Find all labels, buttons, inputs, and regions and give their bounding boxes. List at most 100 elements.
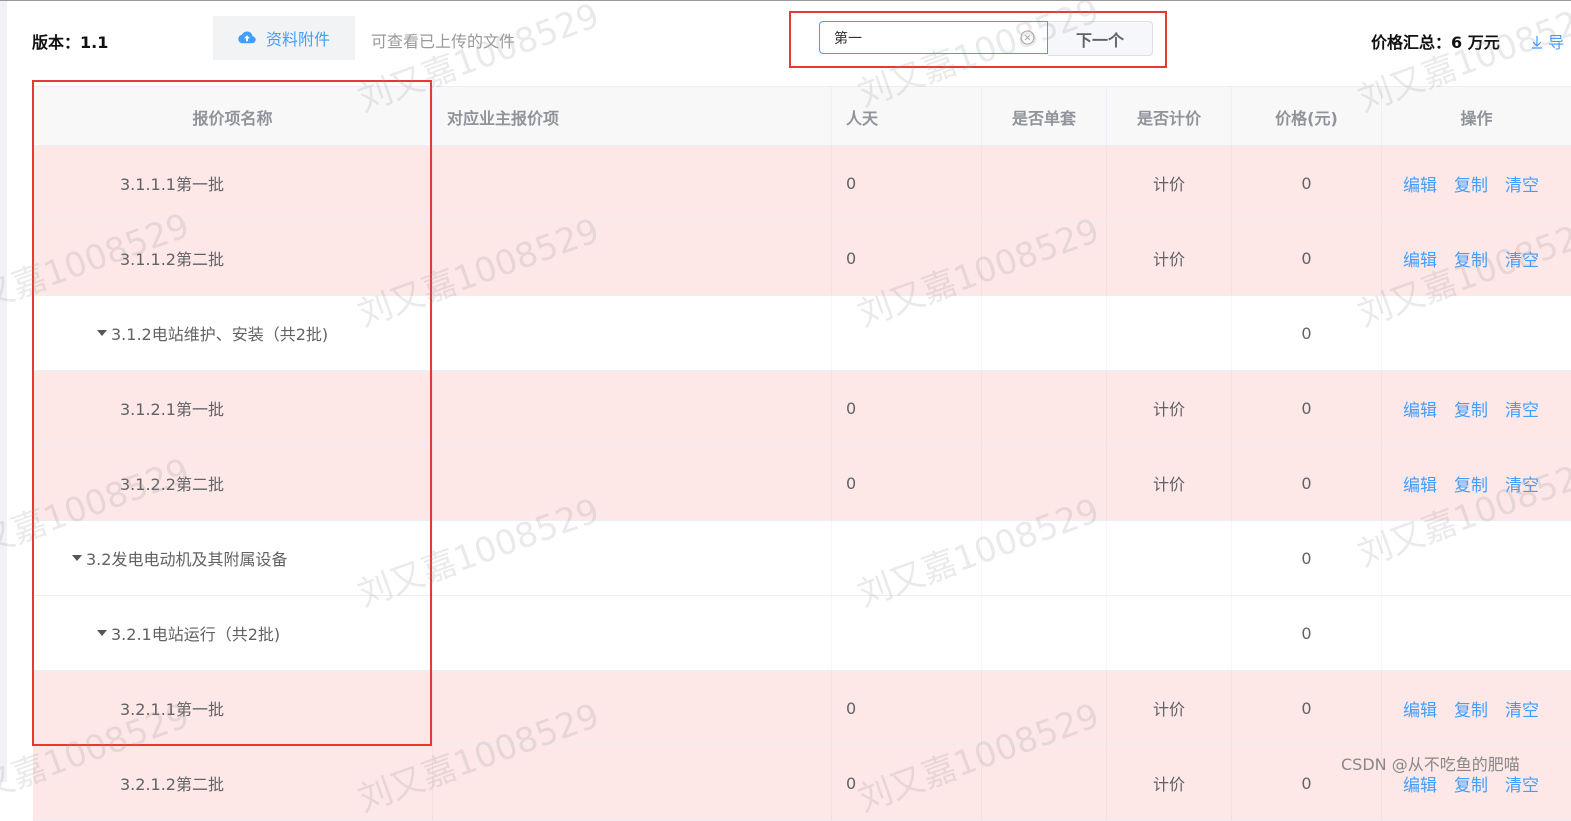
clear-link[interactable]: 清空 [1505, 396, 1539, 421]
man-days-cell: 0 [832, 221, 982, 295]
version-value: 1.1 [80, 33, 109, 52]
clear-link[interactable]: 清空 [1505, 171, 1539, 196]
price-cell: 0 [1232, 221, 1382, 295]
price-cell: 0 [1232, 371, 1382, 445]
edit-link[interactable]: 编辑 [1403, 396, 1437, 421]
operations-cell: 编辑 复制 清空 [1382, 371, 1571, 445]
owner-item-cell [433, 296, 832, 370]
header-priced[interactable]: 是否计价 [1107, 87, 1232, 147]
item-name: 3.2.1.2第二批 [120, 775, 224, 794]
price-cell-text: 0 [1301, 323, 1312, 343]
header-owner-item[interactable]: 对应业主报价项 [433, 87, 832, 147]
man-days-cell: 0 [832, 446, 982, 520]
priced-cell-text: 计价 [1152, 700, 1185, 719]
header-operations: 操作 [1460, 109, 1493, 128]
owner-item-cell [433, 221, 832, 295]
owner-item-cell [433, 596, 832, 670]
price-cell-text: 0 [1301, 773, 1312, 793]
price-cell: 0 [1232, 596, 1382, 670]
price-cell: 0 [1232, 296, 1382, 370]
copy-link[interactable]: 复制 [1454, 171, 1488, 196]
version-label: 版本： [32, 33, 81, 52]
copy-link[interactable]: 复制 [1454, 396, 1488, 421]
header-single-set[interactable]: 是否单套 [982, 87, 1107, 147]
man-days-cell [832, 296, 982, 370]
price-cell: 0 [1232, 671, 1382, 745]
download-arrow-icon [1531, 33, 1548, 52]
clear-link[interactable]: 清空 [1505, 696, 1539, 721]
owner-item-cell [433, 746, 832, 820]
price-cell-text: 0 [1301, 623, 1312, 643]
header-man-days[interactable]: 人天 [832, 87, 982, 147]
priced-cell: 计价 [1107, 371, 1232, 445]
priced-cell-text: 计价 [1152, 475, 1185, 494]
edit-link[interactable]: 编辑 [1403, 696, 1437, 721]
operations-cell: 编辑 复制 清空 [1382, 446, 1571, 520]
cloud-upload-icon [238, 31, 256, 45]
item-name-cell: 3.2.1.2第二批 [33, 746, 433, 820]
single-set-cell [982, 746, 1107, 820]
operations-cell: 编辑 复制 清空 [1382, 671, 1571, 745]
single-set-cell [982, 146, 1107, 220]
man-days-cell [832, 521, 982, 595]
copy-link[interactable]: 复制 [1454, 246, 1488, 271]
owner-item-cell [433, 371, 832, 445]
clear-link[interactable]: 清空 [1505, 246, 1539, 271]
copy-link[interactable]: 复制 [1454, 471, 1488, 496]
priced-cell-text: 计价 [1152, 400, 1185, 419]
priced-cell-text: 计价 [1152, 175, 1185, 194]
man-days-cell-text: 0 [846, 773, 857, 793]
export-link[interactable]: 导 [1531, 29, 1564, 53]
priced-cell: 计价 [1107, 146, 1232, 220]
single-set-cell [982, 596, 1107, 670]
price-total: 价格汇总：6 万元 [1371, 29, 1500, 53]
price-cell-text: 0 [1301, 398, 1312, 418]
single-set-cell [982, 371, 1107, 445]
edit-link[interactable]: 编辑 [1403, 471, 1437, 496]
man-days-cell: 0 [832, 746, 982, 820]
price-total-value: 6 万元 [1451, 33, 1500, 52]
annotation-box-search [789, 11, 1167, 68]
price-total-label: 价格汇总： [1371, 33, 1452, 52]
price-cell: 0 [1232, 521, 1382, 595]
edit-link[interactable]: 编辑 [1403, 171, 1437, 196]
export-label: 导 [1548, 33, 1565, 52]
single-set-cell [982, 446, 1107, 520]
left-edge-strip [0, 1, 7, 782]
man-days-cell-text: 0 [846, 473, 857, 493]
price-cell: 0 [1232, 446, 1382, 520]
priced-cell [1107, 296, 1232, 370]
priced-cell-text: 计价 [1152, 250, 1185, 269]
copy-link[interactable]: 复制 [1454, 696, 1488, 721]
man-days-cell [832, 596, 982, 670]
annotation-box-name-column [32, 80, 432, 746]
man-days-cell: 0 [832, 146, 982, 220]
priced-cell [1107, 596, 1232, 670]
operations-cell [1382, 596, 1571, 670]
price-cell: 0 [1232, 146, 1382, 220]
priced-cell: 计价 [1107, 221, 1232, 295]
price-cell-text: 0 [1301, 173, 1312, 193]
man-days-cell-text: 0 [846, 173, 857, 193]
version-info: 版本：1.1 [32, 29, 108, 53]
operations-cell: 编辑 复制 清空 [1382, 221, 1571, 295]
attachment-hint: 可查看已上传的文件 [371, 32, 516, 51]
price-cell-text: 0 [1301, 698, 1312, 718]
single-set-cell [982, 521, 1107, 595]
man-days-cell: 0 [832, 371, 982, 445]
owner-item-cell [433, 146, 832, 220]
owner-item-cell [433, 671, 832, 745]
price-cell-text: 0 [1301, 473, 1312, 493]
header-price[interactable]: 价格(元) [1232, 87, 1382, 147]
man-days-cell-text: 0 [846, 248, 857, 268]
priced-cell [1107, 521, 1232, 595]
owner-item-cell [433, 521, 832, 595]
attachment-button[interactable]: 资料附件 [213, 16, 355, 60]
operations-cell [1382, 296, 1571, 370]
single-set-cell [982, 221, 1107, 295]
clear-link[interactable]: 清空 [1505, 471, 1539, 496]
attachment-label: 资料附件 [265, 30, 330, 49]
single-set-cell [982, 296, 1107, 370]
edit-link[interactable]: 编辑 [1403, 246, 1437, 271]
price-cell-text: 0 [1301, 248, 1312, 268]
